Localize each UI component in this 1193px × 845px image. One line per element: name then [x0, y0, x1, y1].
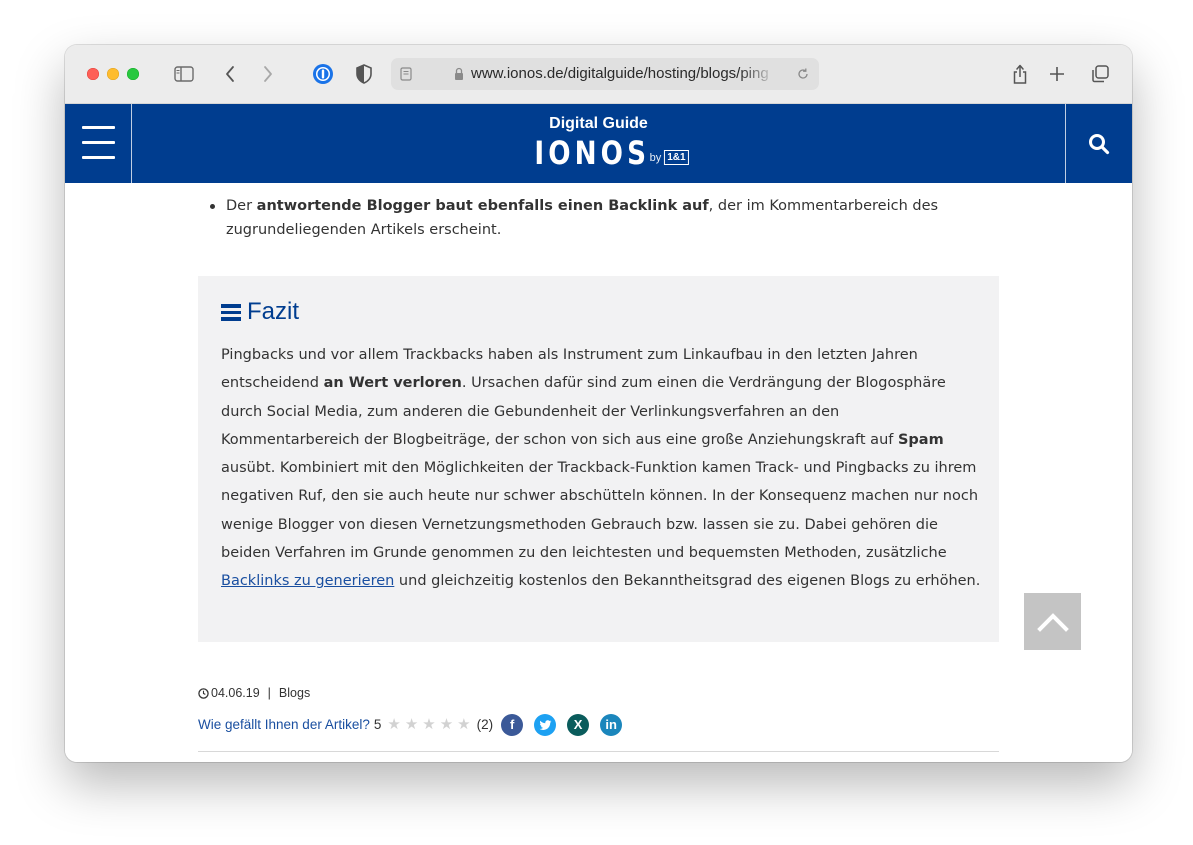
content-divider — [198, 751, 999, 752]
xing-share-button[interactable]: X — [567, 714, 590, 736]
article-rating: Wie gefällt Ihnen der Artikel? 5 ★ ★ ★ ★… — [198, 714, 633, 736]
rating-stars[interactable]: ★ ★ ★ ★ ★ — [387, 717, 474, 733]
reload-icon[interactable] — [796, 67, 810, 81]
forward-icon[interactable] — [255, 61, 281, 87]
rating-count: (2) — [476, 717, 494, 732]
share-icon[interactable] — [1007, 61, 1033, 87]
url-text[interactable]: www.ionos.de/digitalguide/hosting/blogs/… — [471, 65, 776, 83]
ionos-logo: IONOS — [533, 134, 650, 172]
facebook-share-button[interactable]: f — [501, 714, 524, 736]
brand-subtitle: Digital Guide — [549, 115, 648, 132]
site-header: Digital Guide IONOSby 1&1 — [65, 104, 1132, 183]
back-icon[interactable] — [217, 61, 243, 87]
brand-by: by — [649, 152, 662, 164]
twitter-icon — [539, 719, 552, 730]
brand-badge: 1&1 — [664, 150, 689, 165]
browser-toolbar: www.ionos.de/digitalguide/hosting/blogs/… — [65, 45, 1132, 104]
new-tab-icon[interactable] — [1044, 61, 1070, 87]
twitter-share-button[interactable]: t — [534, 714, 557, 736]
zoom-window-button[interactable] — [127, 68, 139, 80]
list-item: Der antwortende Blogger baut ebenfalls e… — [210, 194, 1002, 242]
facebook-icon: f — [509, 717, 515, 732]
scroll-to-top-button[interactable] — [1024, 593, 1081, 650]
article-category[interactable]: Blogs — [279, 685, 310, 701]
star-icon[interactable]: ★ — [422, 717, 435, 733]
fazit-box: Fazit Pingbacks und vor allem Trackbacks… — [198, 276, 999, 642]
linkedin-icon: in — [605, 717, 617, 732]
privacy-shield-icon[interactable] — [351, 61, 377, 87]
address-bar[interactable]: www.ionos.de/digitalguide/hosting/blogs/… — [391, 58, 819, 90]
article-content: Der antwortende Blogger baut ebenfalls e… — [65, 183, 1132, 762]
sidebar-icon[interactable] — [171, 61, 197, 87]
star-icon[interactable]: ★ — [457, 717, 470, 733]
chevron-up-icon — [1036, 612, 1069, 632]
fazit-paragraph: Pingbacks und vor allem Trackbacks haben… — [221, 347, 981, 590]
star-icon[interactable]: ★ — [387, 717, 400, 733]
bullet-list: Der antwortende Blogger baut ebenfalls e… — [210, 194, 1002, 242]
lock-icon — [455, 67, 463, 80]
xing-icon: X — [573, 717, 583, 732]
search-button[interactable] — [1065, 104, 1132, 183]
meta-separator: | — [267, 686, 271, 700]
article-date: 04.06.19 — [211, 686, 260, 700]
clock-icon — [198, 687, 209, 699]
star-icon[interactable]: ★ — [440, 717, 453, 733]
brand-logo[interactable]: Digital Guide IONOSby 1&1 — [65, 114, 1132, 170]
article-meta: 04.06.19 | Blogs — [198, 685, 310, 701]
page-icon — [400, 67, 412, 81]
search-icon — [1089, 133, 1110, 154]
bullet-bold-text: antwortende Blogger baut ebenfalls einen… — [256, 198, 709, 214]
minimize-window-button[interactable] — [107, 68, 119, 80]
rating-question: Wie gefällt Ihnen der Artikel? — [198, 717, 370, 732]
linkedin-share-button[interactable]: in — [600, 714, 623, 736]
rating-score: 5 — [373, 717, 382, 732]
backlinks-link[interactable]: Backlinks zu generieren — [221, 573, 394, 589]
tab-overview-icon[interactable] — [1087, 61, 1113, 87]
browser-window: www.ionos.de/digitalguide/hosting/blogs/… — [65, 45, 1132, 762]
password-manager-icon[interactable] — [310, 61, 336, 87]
star-icon[interactable]: ★ — [405, 717, 418, 733]
fazit-heading: Fazit — [221, 298, 299, 326]
close-window-button[interactable] — [87, 68, 99, 80]
list-icon — [221, 303, 241, 321]
